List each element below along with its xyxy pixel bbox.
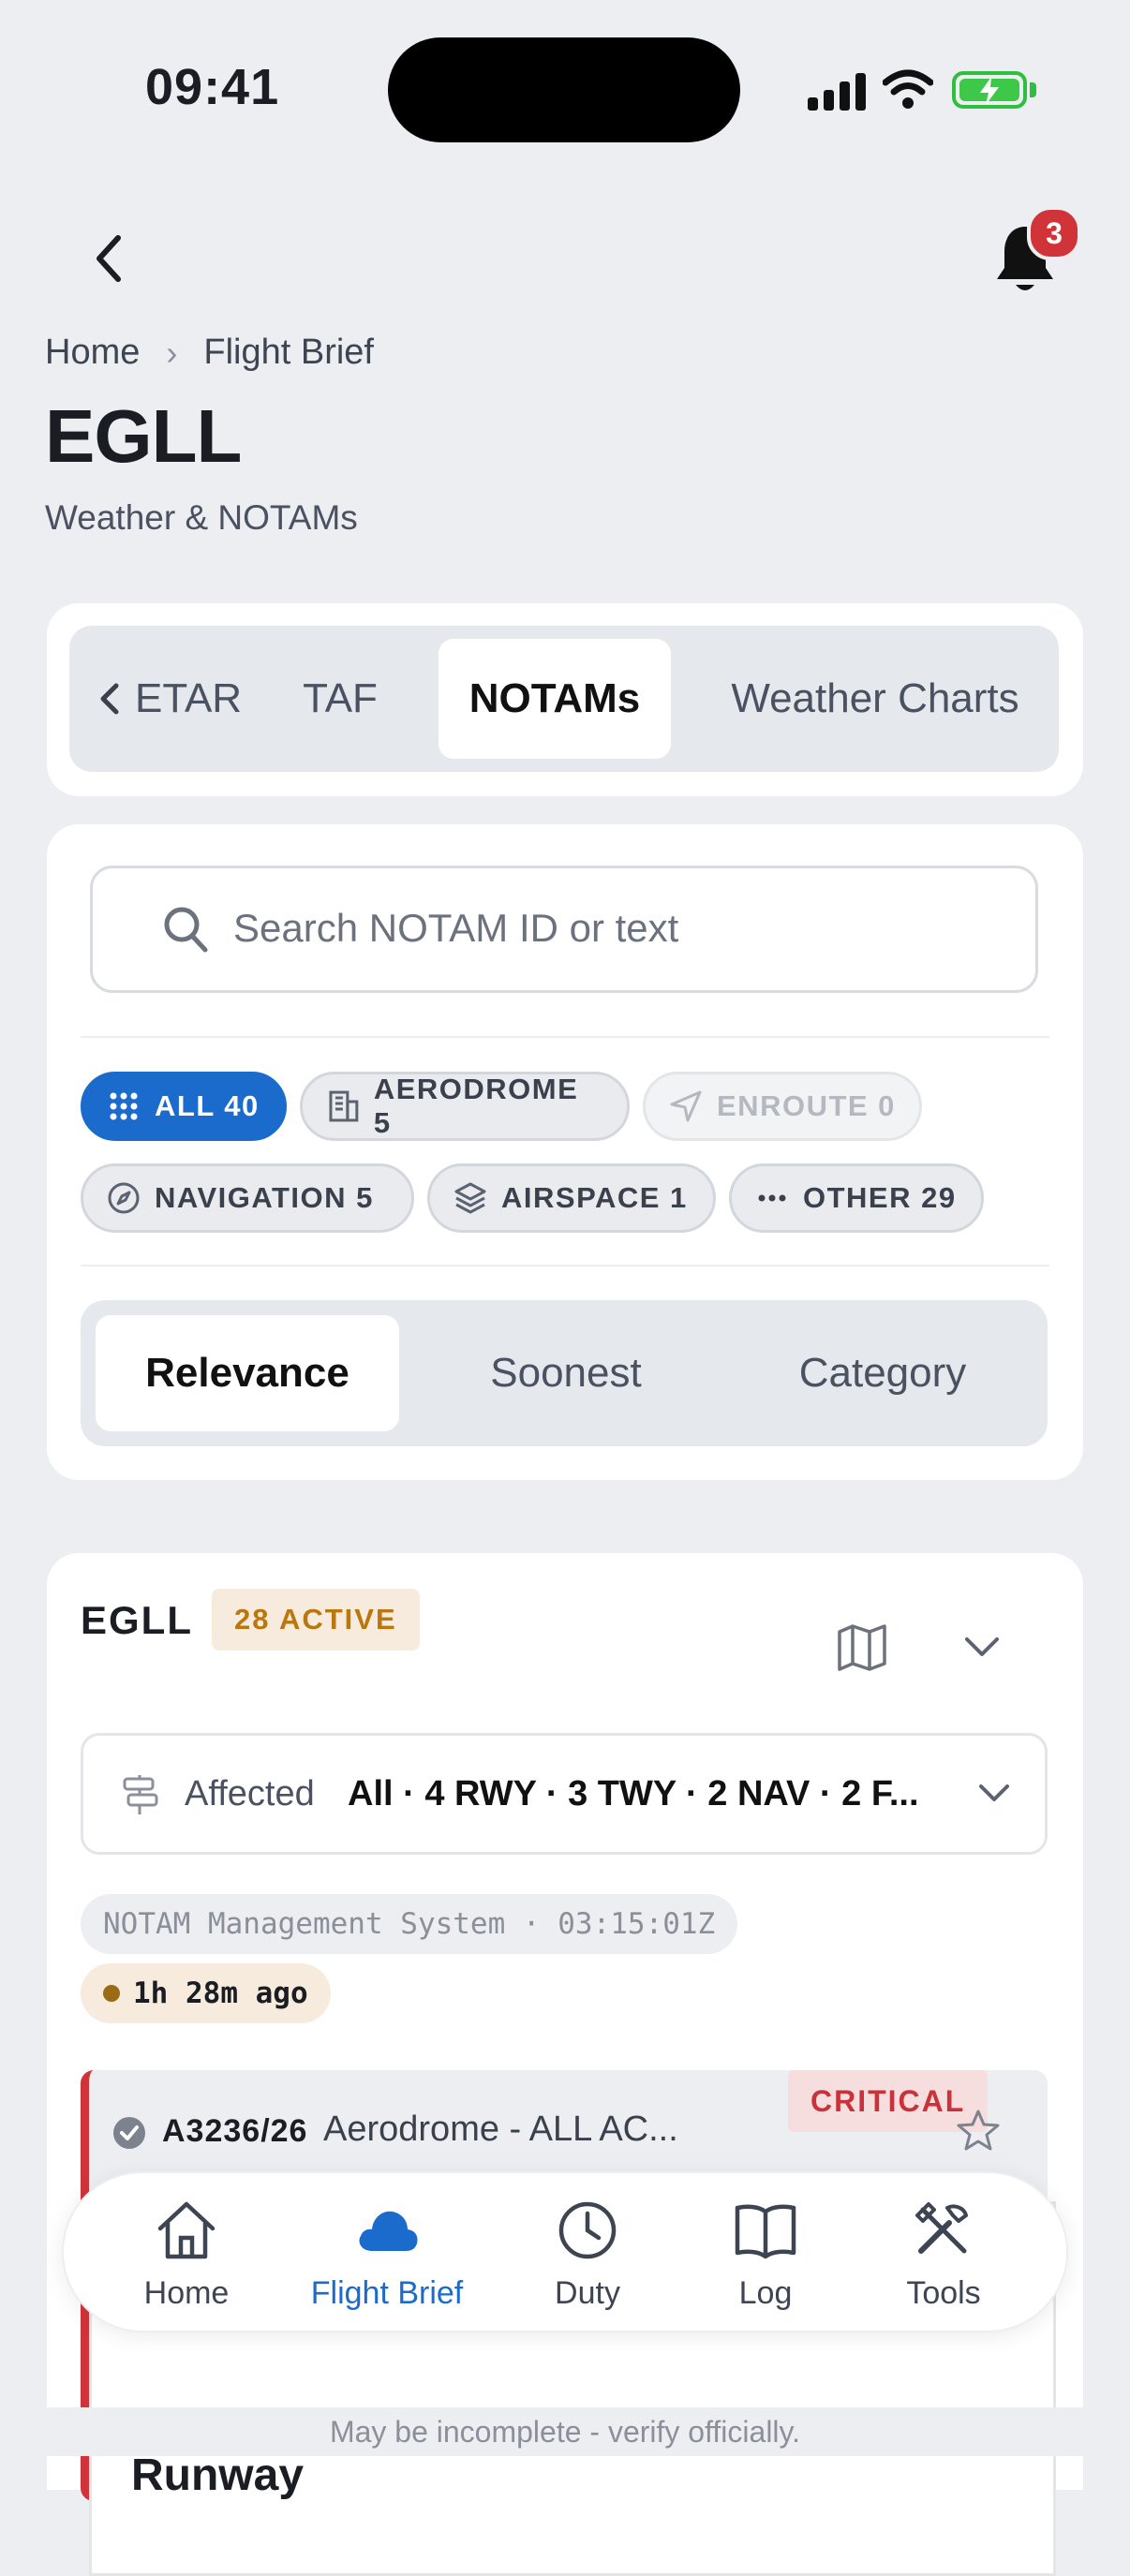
search-icon bbox=[164, 907, 208, 953]
tab-weather-charts[interactable]: Weather Charts bbox=[706, 626, 1044, 772]
sort-category[interactable]: Category bbox=[731, 1300, 1034, 1446]
tools-icon bbox=[915, 2201, 968, 2254]
check-circle-icon bbox=[113, 2117, 145, 2149]
filter-all[interactable]: ALL 40 bbox=[81, 1072, 287, 1141]
nav-home[interactable]: Home bbox=[97, 2173, 275, 2334]
page-subtitle: Weather & NOTAMs bbox=[45, 498, 358, 537]
breadcrumb: Home › Flight Brief bbox=[45, 333, 374, 373]
sort-soonest[interactable]: Soonest bbox=[414, 1300, 718, 1446]
compass-icon bbox=[108, 1182, 140, 1214]
source-timestamp: NOTAM Management System · 03:15:01Z bbox=[81, 1894, 738, 1954]
signal-icon bbox=[808, 73, 866, 111]
breadcrumb-current: Flight Brief bbox=[203, 333, 374, 372]
cloud-icon bbox=[359, 2211, 418, 2251]
search-input[interactable]: Search NOTAM ID or text bbox=[90, 866, 1038, 993]
tab-metar[interactable]: ETAR bbox=[135, 626, 247, 772]
tab-notams[interactable]: NOTAMs bbox=[439, 639, 671, 759]
clock-icon bbox=[558, 2201, 617, 2258]
home-icon bbox=[157, 2201, 216, 2258]
page-title: EGLL bbox=[45, 394, 242, 478]
chevron-down-icon bbox=[979, 1784, 1009, 1801]
last-updated-pill: 1h 28m ago bbox=[81, 1963, 331, 2023]
collapse-chevron-icon[interactable] bbox=[959, 1632, 1004, 1662]
nav-tools-label: Tools bbox=[906, 2274, 981, 2311]
filter-aerodrome-label: AERODROME 5 bbox=[373, 1073, 579, 1139]
filter-navigation[interactable]: NAVIGATION 5 bbox=[81, 1163, 414, 1233]
more-icon bbox=[758, 1194, 786, 1202]
status-dot bbox=[103, 1985, 120, 2002]
filter-airspace-label: AIRSPACE 1 bbox=[501, 1181, 688, 1214]
navigation-arrow-icon bbox=[670, 1090, 702, 1122]
airport-code: EGLL bbox=[81, 1598, 193, 1642]
filter-airspace[interactable]: AIRSPACE 1 bbox=[427, 1163, 716, 1233]
notam-summary: Aerodrome - ALL AC... bbox=[323, 2110, 678, 2149]
filter-other-label: OTHER 29 bbox=[803, 1181, 957, 1214]
battery-icon bbox=[952, 71, 1027, 109]
nav-log-label: Log bbox=[738, 2274, 793, 2311]
bottom-nav: Home Flight Brief Duty Log Tools bbox=[62, 2171, 1068, 2332]
status-time: 09:41 bbox=[145, 59, 280, 115]
map-icon[interactable] bbox=[836, 1621, 888, 1673]
notam-section-title: Runway bbox=[131, 2450, 305, 2500]
nav-duty[interactable]: Duty bbox=[498, 2173, 677, 2334]
active-count-badge: 28 ACTIVE bbox=[212, 1589, 420, 1651]
disclaimer: May be incomplete - verify officially. bbox=[0, 2407, 1130, 2456]
tab-taf[interactable]: TAF bbox=[279, 626, 401, 772]
nav-tools[interactable]: Tools bbox=[855, 2173, 1033, 2334]
tabs-card: ETAR TAF NOTAMs Weather Charts bbox=[47, 603, 1083, 796]
search-placeholder: Search NOTAM ID or text bbox=[233, 906, 679, 950]
sort-relevance[interactable]: Relevance bbox=[96, 1315, 399, 1431]
nav-flight-brief[interactable]: Flight Brief bbox=[298, 2173, 476, 2334]
back-button[interactable] bbox=[82, 225, 135, 292]
filter-enroute-label: ENROUTE 0 bbox=[717, 1089, 896, 1122]
filter-card: Search NOTAM ID or text ALL 40 AERODROME… bbox=[47, 824, 1083, 1480]
layers-icon bbox=[454, 1182, 486, 1214]
building-icon bbox=[329, 1090, 359, 1122]
wifi-icon bbox=[883, 69, 933, 109]
notification-badge: 3 bbox=[1027, 206, 1081, 260]
last-updated-text: 1h 28m ago bbox=[133, 1976, 308, 2010]
nav-duty-label: Duty bbox=[555, 2274, 620, 2311]
affected-value: All · 4 RWY · 3 TWY · 2 NAV · 2 F... bbox=[348, 1773, 919, 1814]
breadcrumb-home[interactable]: Home bbox=[45, 333, 140, 373]
filter-aerodrome[interactable]: AERODROME 5 bbox=[300, 1072, 630, 1141]
grid-icon bbox=[110, 1092, 138, 1120]
sort-segmented-control: Relevance Soonest Category bbox=[81, 1300, 1048, 1446]
filter-other[interactable]: OTHER 29 bbox=[729, 1163, 984, 1233]
star-icon[interactable] bbox=[955, 2108, 1002, 2154]
signpost-icon bbox=[123, 1775, 158, 1814]
affected-summary[interactable]: Affected All · 4 RWY · 3 TWY · 2 NAV · 2… bbox=[81, 1733, 1048, 1855]
affected-label: Affected bbox=[185, 1773, 315, 1814]
notam-list-card: EGLL 28 ACTIVE Affected All · 4 RWY · 3 … bbox=[47, 1553, 1083, 2576]
chevron-right-icon: › bbox=[166, 333, 178, 372]
notam-id: A3236/26 bbox=[162, 2113, 308, 2149]
filter-all-label: ALL 40 bbox=[155, 1089, 260, 1122]
book-icon bbox=[735, 2204, 796, 2258]
dynamic-island bbox=[388, 37, 740, 142]
filter-enroute[interactable]: ENROUTE 0 bbox=[643, 1072, 922, 1141]
nav-home-label: Home bbox=[143, 2274, 230, 2311]
tab-bar: ETAR TAF NOTAMs Weather Charts bbox=[69, 626, 1059, 772]
nav-flight-brief-label: Flight Brief bbox=[310, 2274, 464, 2311]
chevron-left-icon[interactable] bbox=[94, 678, 126, 719]
filter-navigation-label: NAVIGATION 5 bbox=[155, 1181, 374, 1214]
nav-log[interactable]: Log bbox=[677, 2173, 855, 2334]
